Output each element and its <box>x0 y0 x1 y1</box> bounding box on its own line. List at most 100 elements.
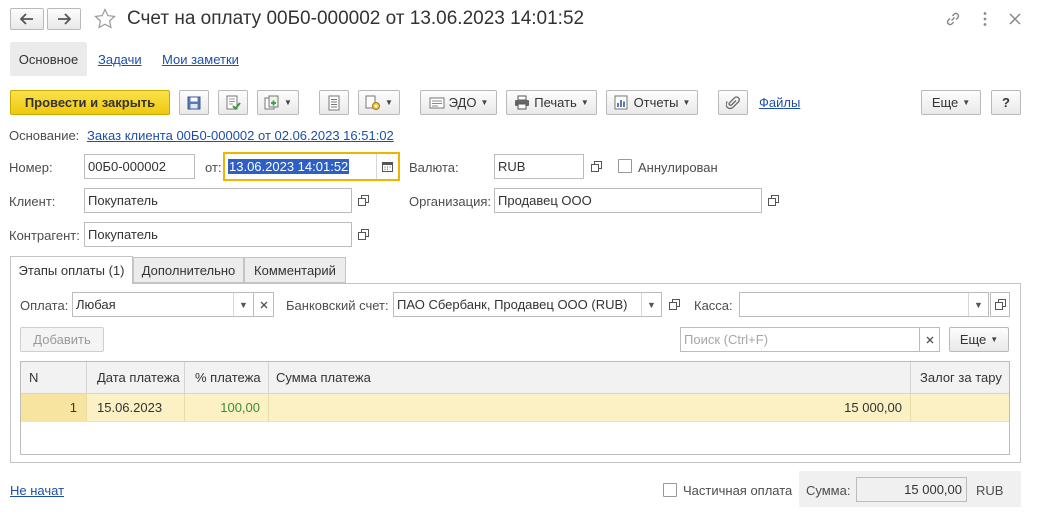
settings-doc-button[interactable]: ▼ <box>358 90 400 115</box>
col-header-n[interactable]: N <box>29 370 38 385</box>
more-actions-button[interactable]: Еще ▼ <box>921 90 981 115</box>
counterparty-value: Покупатель <box>88 227 158 242</box>
col-header-percent[interactable]: % платежа <box>195 370 261 385</box>
help-label: ? <box>1002 95 1010 110</box>
arrow-left-icon <box>20 13 34 25</box>
tab-main-label: Основное <box>18 51 79 67</box>
chevron-down-icon: ▼ <box>962 98 971 107</box>
number-label: Номер: <box>9 160 53 175</box>
client-value: Покупатель <box>88 193 158 208</box>
floppy-disk-icon <box>187 96 201 110</box>
reports-label: Отчеты <box>633 95 679 110</box>
counterparty-open-icon[interactable] <box>353 222 373 247</box>
status-link[interactable]: Не начат <box>10 483 64 498</box>
col-header-date[interactable]: Дата платежа <box>97 370 180 385</box>
counterparty-field[interactable]: Покупатель <box>84 222 352 247</box>
client-field[interactable]: Покупатель <box>84 188 352 213</box>
post-and-close-button[interactable]: Провести и закрыть <box>10 90 170 115</box>
pay-type-field[interactable]: Любая ▼ <box>72 292 254 317</box>
forward-button[interactable] <box>47 8 81 30</box>
number-value: 00Б0-000002 <box>88 159 166 174</box>
tab-additional[interactable]: Дополнительно <box>133 257 244 283</box>
currency-label: Валюта: <box>409 160 459 175</box>
print-button[interactable]: Печать ▼ <box>506 90 597 115</box>
add-row-label: Добавить <box>33 332 91 347</box>
link-icon[interactable] <box>944 10 962 28</box>
table-more-button[interactable]: Еще ▼ <box>949 327 1009 352</box>
back-button[interactable] <box>10 8 44 30</box>
post-and-close-label: Провести и закрыть <box>24 95 156 110</box>
sum-field: 15 000,00 <box>856 477 967 502</box>
reports-icon <box>614 95 630 110</box>
date-label: от: <box>205 160 222 175</box>
number-field[interactable]: 00Б0-000002 <box>84 154 195 179</box>
tab-main[interactable]: Основное <box>10 42 87 76</box>
printer-icon <box>514 95 530 110</box>
cash-open-icon[interactable] <box>990 292 1010 317</box>
basis-link[interactable]: Заказ клиента 00Б0-000002 от 02.06.2023 … <box>87 128 394 143</box>
bank-open-icon[interactable] <box>664 292 684 317</box>
col-header-sum[interactable]: Сумма платежа <box>276 370 371 385</box>
post-document-icon <box>225 95 241 111</box>
cell-percent: 100,00 <box>220 400 260 415</box>
files-link[interactable]: Файлы <box>759 95 800 110</box>
currency-open-icon[interactable] <box>586 154 606 179</box>
reports-button[interactable]: Отчеты ▼ <box>606 90 698 115</box>
edo-label: ЭДО <box>448 95 477 110</box>
col-header-deposit[interactable]: Залог за тару <box>920 370 1002 385</box>
more-vertical-icon[interactable] <box>982 11 988 27</box>
chevron-down-icon[interactable]: ▼ <box>233 293 253 316</box>
row-divider <box>86 394 87 422</box>
table-row[interactable]: 1 15.06.2023 100,00 15 000,00 <box>21 394 1009 422</box>
pay-clear-icon[interactable] <box>254 292 274 317</box>
list-document-icon <box>327 95 341 111</box>
partial-payment-label: Частичная оплата <box>683 483 793 498</box>
pay-type-value: Любая <box>76 297 116 312</box>
tab-additional-label: Дополнительно <box>141 262 236 278</box>
bank-account-value: ПАО Сбербанк, Продавец ООО (RUB) <box>397 297 628 312</box>
attach-files-button[interactable] <box>718 90 748 115</box>
help-button[interactable]: ? <box>991 90 1021 115</box>
cell-date: 15.06.2023 <box>97 400 163 415</box>
save-button[interactable] <box>179 90 209 115</box>
tab-tasks[interactable]: Задачи <box>98 52 142 67</box>
search-clear-icon[interactable] <box>920 327 940 352</box>
post-button[interactable] <box>218 90 248 115</box>
client-label: Клиент: <box>9 194 56 209</box>
org-field[interactable]: Продавец ООО <box>494 188 762 213</box>
chevron-down-icon[interactable]: ▼ <box>641 293 661 316</box>
calendar-icon[interactable] <box>376 154 398 179</box>
favorite-star-icon[interactable] <box>94 8 116 29</box>
close-icon[interactable] <box>1008 12 1022 26</box>
create-based-icon <box>264 95 280 111</box>
currency-field[interactable]: RUB <box>494 154 584 179</box>
row-divider <box>910 394 911 422</box>
partial-payment-checkbox[interactable] <box>663 483 677 497</box>
org-value: Продавец ООО <box>498 193 592 208</box>
date-field[interactable]: 13.06.2023 14:01:52 <box>223 152 400 181</box>
client-open-icon[interactable] <box>353 188 373 213</box>
col-divider <box>268 362 269 394</box>
create-based-on-button[interactable]: ▼ <box>257 90 299 115</box>
bank-label: Банковский счет: <box>286 298 389 313</box>
journal-button[interactable] <box>319 90 349 115</box>
add-row-button[interactable]: Добавить <box>20 327 104 352</box>
edo-button[interactable]: ЭДО ▼ <box>420 90 497 115</box>
table-more-label: Еще <box>959 332 987 347</box>
cancelled-checkbox[interactable] <box>618 159 632 173</box>
tab-my-notes[interactable]: Мои заметки <box>162 52 239 67</box>
search-input[interactable]: Поиск (Ctrl+F) <box>680 327 920 352</box>
pay-label: Оплата: <box>20 298 69 313</box>
chevron-down-icon: ▼ <box>990 335 999 344</box>
bank-account-field[interactable]: ПАО Сбербанк, Продавец ООО (RUB) ▼ <box>393 292 662 317</box>
window-title: Счет на оплату 00Б0-000002 от 13.06.2023… <box>127 8 585 29</box>
org-open-icon[interactable] <box>763 188 783 213</box>
tab-comment[interactable]: Комментарий <box>244 257 346 283</box>
basis-label: Основание: <box>9 128 80 143</box>
paperclip-icon <box>726 95 740 111</box>
col-divider <box>910 362 911 394</box>
chevron-down-icon[interactable]: ▼ <box>968 293 988 316</box>
tab-payment-stages[interactable]: Этапы оплаты (1) <box>10 256 133 284</box>
currency-value: RUB <box>498 159 526 174</box>
cash-field[interactable]: ▼ <box>739 292 989 317</box>
